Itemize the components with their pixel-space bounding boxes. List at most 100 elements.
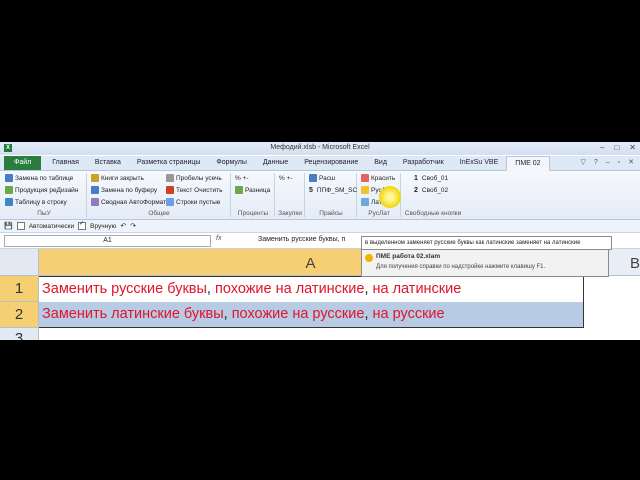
tab-data[interactable]: Данные bbox=[255, 156, 296, 170]
latrus-icon bbox=[361, 198, 369, 206]
group-common-label: Общее bbox=[148, 210, 170, 217]
group-common: Книги закрыть Замена по буферу Сводная А… bbox=[88, 173, 231, 217]
group-prices: Расш 5 ППФ_SM_SC Прайсы bbox=[306, 173, 357, 217]
tab-file[interactable]: Файл bbox=[4, 156, 42, 170]
group-percent: % +- Разница Проценты bbox=[232, 173, 275, 217]
window-controls: – □ ✕ bbox=[600, 143, 636, 152]
group-pyu-label: ПыУ bbox=[37, 210, 51, 217]
group-common-col2: Пробелы усечь Текст Очистить Строки пуст… bbox=[166, 173, 222, 207]
auto-calc-checkbox[interactable] bbox=[16, 222, 25, 230]
table-icon bbox=[5, 174, 13, 182]
manual-calc-label: Вручную bbox=[90, 222, 117, 230]
save-icon[interactable]: 💾 bbox=[4, 222, 13, 230]
number-one-icon: 1 bbox=[414, 174, 418, 182]
ribbon-tabs: Файл Главная Вставка Разметка страницы Ф… bbox=[0, 156, 640, 171]
tab-page-layout[interactable]: Разметка страницы bbox=[129, 156, 209, 170]
tab-developer[interactable]: Разработчик bbox=[395, 156, 452, 170]
addin-icon bbox=[365, 254, 373, 262]
replace-by-buffer-button[interactable]: Замена по буферу bbox=[91, 185, 166, 195]
auto-calc-label: Автоматически bbox=[28, 222, 75, 230]
tooltip-title: ПМЕ работа 02.xlam bbox=[376, 253, 441, 260]
tooltip-hint: Для получения справки по надстройке нажм… bbox=[376, 264, 546, 270]
help-icon[interactable]: ? bbox=[594, 156, 598, 170]
product-redesign-button[interactable]: Продукция реДизайн bbox=[5, 185, 78, 195]
group-free-buttons: 1 Своб_01 2 Своб_02 Свободные кнопки bbox=[402, 173, 464, 218]
group-purchases-buttons: % +- bbox=[279, 173, 293, 183]
pivot-autoformat-button[interactable]: Сводная АвтоФормат bbox=[91, 197, 166, 207]
paint-button[interactable]: Красить bbox=[361, 173, 395, 183]
expand-icon bbox=[309, 174, 317, 182]
group-prices-label: Прайсы bbox=[319, 210, 343, 217]
workbook-restore-icon[interactable]: ▫ bbox=[618, 156, 620, 170]
tab-formulas[interactable]: Формулы bbox=[208, 156, 254, 170]
cell-a2[interactable]: Заменить латинские буквы, похожие на рус… bbox=[39, 302, 584, 328]
tab-home[interactable]: Главная bbox=[44, 156, 87, 170]
workbook-minimize-icon[interactable]: – bbox=[606, 156, 610, 170]
percent-plusminus-button[interactable]: % +- bbox=[235, 173, 270, 183]
group-purchases-label: Закупки bbox=[278, 210, 302, 217]
redo-icon[interactable]: ↷ bbox=[130, 222, 136, 230]
group-purchases: % +- Закупки bbox=[276, 173, 305, 217]
maximize-icon[interactable]: □ bbox=[614, 143, 619, 152]
number-five-icon: 5 bbox=[309, 186, 313, 194]
minimize-icon[interactable]: – bbox=[600, 143, 604, 152]
row-header-1[interactable]: 1 bbox=[0, 276, 39, 302]
row-header-2[interactable]: 2 bbox=[0, 302, 39, 328]
row-icon bbox=[5, 198, 13, 206]
cursor-highlight-icon bbox=[379, 186, 401, 208]
group-common-col1: Книги закрыть Замена по буферу Сводная А… bbox=[91, 173, 166, 207]
group-ruslat-label: РусЛат bbox=[368, 210, 390, 217]
ppf-sm-sc-button[interactable]: 5 ППФ_SM_SC bbox=[309, 185, 357, 195]
difference-button[interactable]: Разница bbox=[235, 185, 270, 195]
paint-icon bbox=[361, 174, 369, 182]
tab-view[interactable]: Вид bbox=[366, 156, 395, 170]
rows-icon bbox=[166, 198, 174, 206]
title-bar: X Мефодий.xlsb - Microsoft Excel – □ ✕ bbox=[0, 142, 640, 155]
tab-insert[interactable]: Вставка bbox=[87, 156, 129, 170]
row-header-3[interactable]: 3 bbox=[0, 328, 39, 340]
spaces-icon bbox=[166, 174, 174, 182]
cell-a1[interactable]: Заменить русские буквы, похожие на латин… bbox=[39, 276, 584, 303]
pivot-icon bbox=[91, 198, 99, 206]
free-01-button[interactable]: 1 Своб_01 bbox=[414, 173, 448, 183]
close-icon[interactable]: ✕ bbox=[629, 143, 636, 152]
name-box[interactable]: A1 bbox=[4, 235, 211, 247]
group-pyu: Замена по таблице Продукция реДизайн Таб… bbox=[2, 173, 87, 217]
clean-icon bbox=[166, 186, 174, 194]
replace-by-table-button[interactable]: Замена по таблице bbox=[5, 173, 78, 183]
fx-icon[interactable]: fx bbox=[216, 235, 221, 242]
ribbon: Замена по таблице Продукция реДизайн Таб… bbox=[0, 171, 640, 220]
tab-review[interactable]: Рецензирование bbox=[296, 156, 366, 170]
tooltip-addin-info: ПМЕ работа 02.xlam Для получения справки… bbox=[361, 249, 609, 277]
group-free-label: Свободные кнопки bbox=[404, 210, 462, 217]
purchases-percent-button[interactable]: % +- bbox=[279, 173, 293, 183]
ruslat-icon bbox=[361, 186, 369, 194]
group-percent-label: Проценты bbox=[237, 210, 269, 217]
workbook-close-icon[interactable]: ✕ bbox=[628, 156, 634, 170]
group-prices-buttons: Расш 5 ППФ_SM_SC bbox=[309, 173, 357, 195]
tab-inexsu-vbe[interactable]: InExSu VBE bbox=[452, 156, 507, 170]
difference-icon bbox=[235, 186, 243, 194]
group-free-buttons-list: 1 Своб_01 2 Своб_02 bbox=[414, 173, 448, 195]
trim-spaces-button[interactable]: Пробелы усечь bbox=[166, 173, 222, 183]
undo-icon[interactable]: ↶ bbox=[120, 222, 126, 230]
excel-window: X Мефодий.xlsb - Microsoft Excel – □ ✕ Ф… bbox=[0, 142, 640, 340]
collapse-ribbon-icon[interactable]: ▽ bbox=[580, 156, 585, 170]
group-percent-buttons: % +- Разница bbox=[235, 173, 270, 195]
product-icon bbox=[5, 186, 13, 194]
tab-pme02[interactable]: ПМЕ 02 bbox=[506, 156, 550, 171]
group-pyu-buttons: Замена по таблице Продукция реДизайн Таб… bbox=[5, 173, 78, 207]
ribbon-window-controls: ▽ ? – ▫ ✕ bbox=[580, 156, 640, 170]
table-to-row-button[interactable]: Таблицу в строку bbox=[5, 197, 78, 207]
tooltip-description: в выделенном заменяет русские буквы как … bbox=[361, 236, 612, 250]
window-title: Мефодий.xlsb - Microsoft Excel bbox=[270, 144, 370, 151]
buffer-icon bbox=[91, 186, 99, 194]
close-books-button[interactable]: Книги закрыть bbox=[91, 173, 166, 183]
manual-calc-checkbox[interactable] bbox=[78, 220, 87, 230]
books-icon bbox=[91, 174, 99, 182]
empty-rows-button[interactable]: Строки пустые bbox=[166, 197, 222, 207]
expand-button[interactable]: Расш bbox=[309, 173, 357, 183]
free-02-button[interactable]: 2 Своб_02 bbox=[414, 185, 448, 195]
select-all-corner[interactable] bbox=[0, 249, 39, 276]
clean-text-button[interactable]: Текст Очистить bbox=[166, 185, 222, 195]
